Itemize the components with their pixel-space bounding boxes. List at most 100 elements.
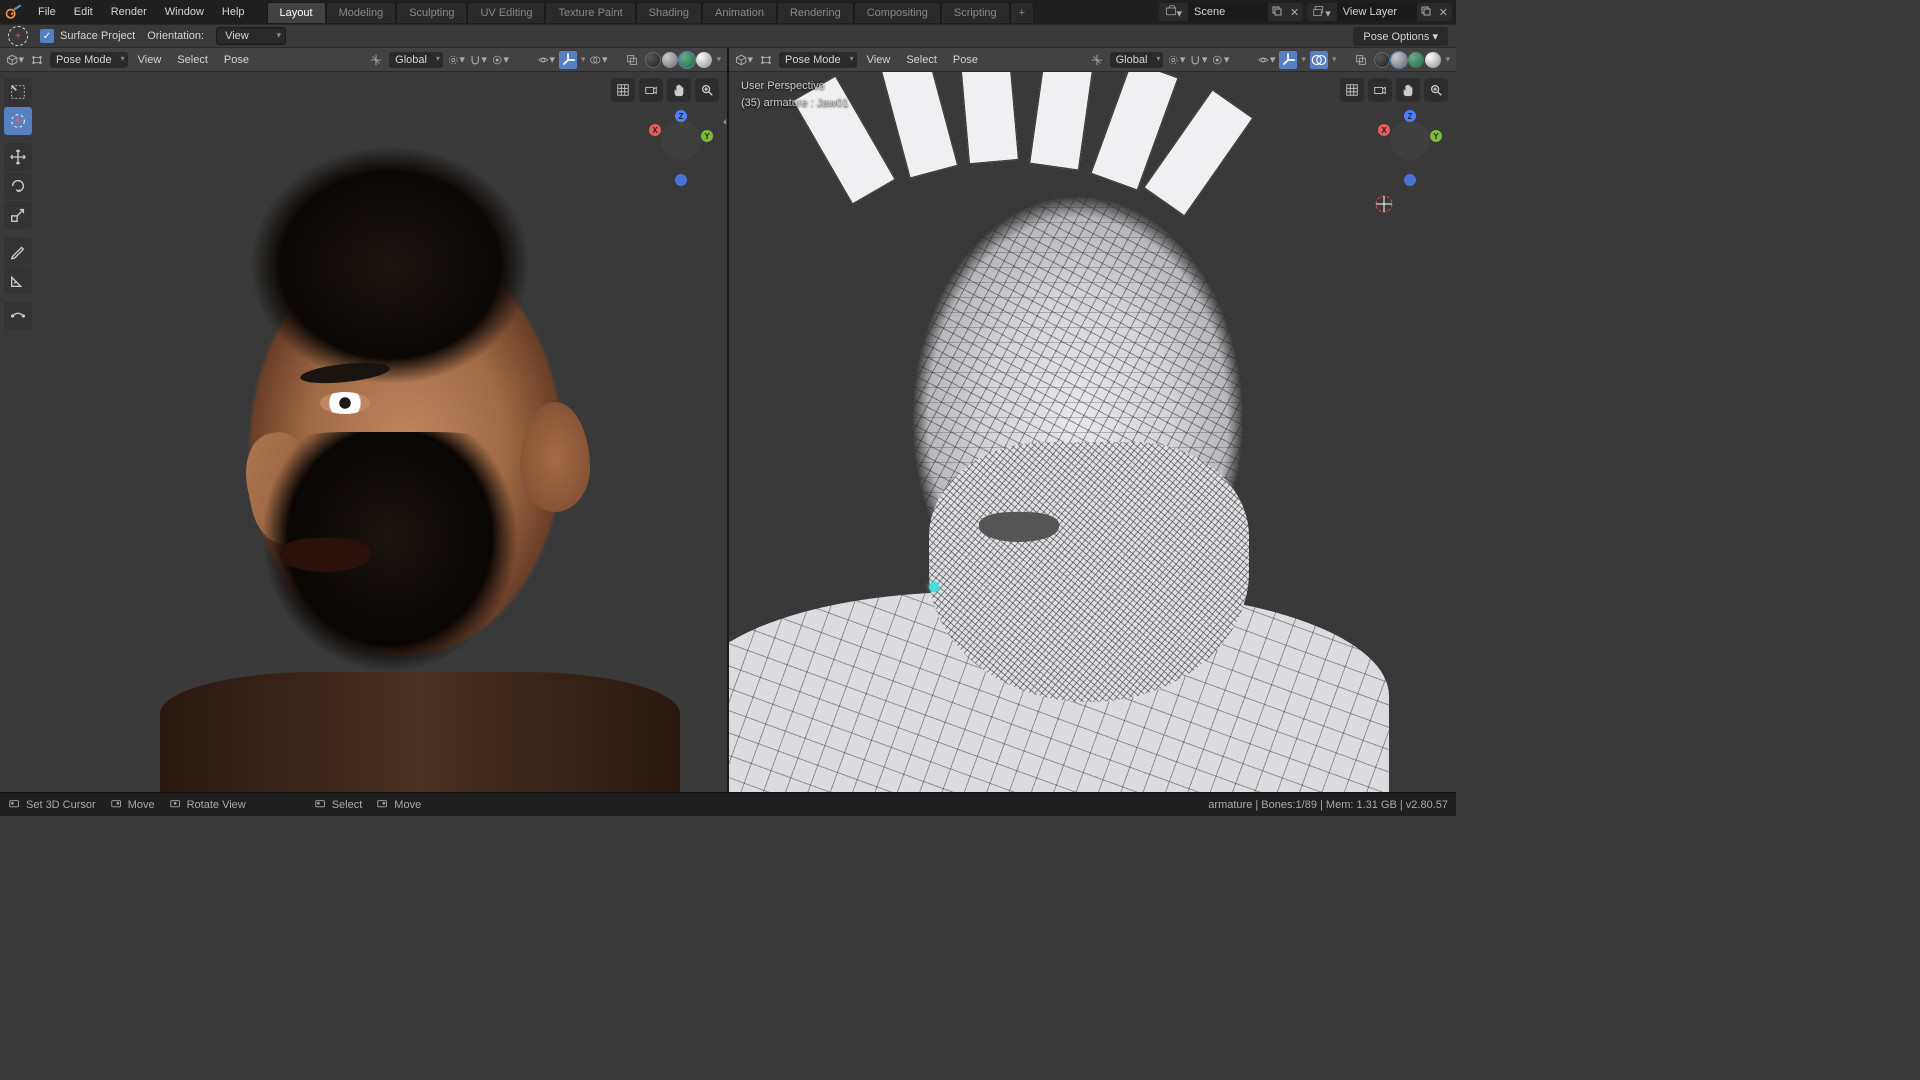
tab-modeling[interactable]: Modeling	[326, 2, 397, 23]
pivot-icon[interactable]: ▾	[447, 51, 465, 69]
axis-y[interactable]: Y	[1430, 130, 1442, 142]
nav-pan-icon[interactable]	[667, 78, 691, 102]
visibility-icon[interactable]: ▾	[1257, 51, 1275, 69]
viewport-nav-buttons	[1340, 78, 1448, 102]
nav-zoom-icon[interactable]	[1424, 78, 1448, 102]
axis-z[interactable]: Z	[675, 110, 687, 122]
nav-pan-icon[interactable]	[1396, 78, 1420, 102]
orientation-icon[interactable]	[1088, 51, 1106, 69]
tool-scale[interactable]	[4, 201, 32, 229]
tab-scripting[interactable]: Scripting	[941, 2, 1010, 23]
selected-bone[interactable]	[929, 582, 939, 592]
tab-compositing[interactable]: Compositing	[854, 2, 941, 23]
select-menu[interactable]: Select	[171, 52, 214, 68]
orientation-gizmo[interactable]: Z X Y	[653, 112, 709, 168]
menu-help[interactable]: Help	[214, 2, 253, 22]
viewport-right-canvas[interactable]: User Perspective (35) armature : Jaw01 Z…	[729, 72, 1456, 792]
shading-solid-button[interactable]	[1391, 52, 1407, 68]
mode-icon[interactable]	[757, 51, 775, 69]
menu-window[interactable]: Window	[157, 2, 212, 22]
axis-x[interactable]: X	[1378, 124, 1390, 136]
nav-zoom-icon[interactable]	[695, 78, 719, 102]
mode-dropdown[interactable]: Pose Mode	[779, 52, 857, 68]
overlays-toggle-button[interactable]	[1310, 51, 1328, 69]
tool-move[interactable]	[4, 143, 32, 171]
pose-options-button[interactable]: Pose Options ▾	[1353, 27, 1448, 46]
pose-menu[interactable]: Pose	[218, 52, 255, 68]
surface-project-checkbox[interactable]: ✓	[40, 29, 54, 43]
gizmo-toggle-button[interactable]	[559, 51, 577, 69]
mode-icon[interactable]	[28, 51, 46, 69]
tab-shading[interactable]: Shading	[636, 2, 702, 23]
shading-wireframe-button[interactable]	[645, 52, 661, 68]
transform-orientation-dropdown[interactable]: Global	[389, 52, 443, 68]
scene-new-button[interactable]	[1268, 6, 1286, 19]
axis-y[interactable]: Y	[701, 130, 713, 142]
tab-layout[interactable]: Layout	[267, 2, 326, 23]
shading-mode-buttons	[645, 52, 712, 68]
xray-toggle[interactable]	[1352, 51, 1370, 69]
tab-sculpting[interactable]: Sculpting	[396, 2, 467, 23]
active-object-label: (35) armature : Jaw01	[741, 95, 849, 112]
mode-dropdown[interactable]: Pose Mode	[50, 52, 128, 68]
transform-orientation-dropdown[interactable]: Global	[1110, 52, 1164, 68]
shading-solid-button[interactable]	[662, 52, 678, 68]
shading-rendered-button[interactable]	[1425, 52, 1441, 68]
pose-menu[interactable]: Pose	[947, 52, 984, 68]
tool-breakdowner[interactable]	[4, 302, 32, 330]
proportional-icon[interactable]: ▾	[1211, 51, 1229, 69]
shading-material-button[interactable]	[1408, 52, 1424, 68]
tab-animation[interactable]: Animation	[702, 2, 777, 23]
tool-annotate[interactable]	[4, 237, 32, 265]
tool-rotate[interactable]	[4, 172, 32, 200]
select-menu[interactable]: Select	[900, 52, 943, 68]
tool-cursor[interactable]	[4, 107, 32, 135]
scene-selector[interactable]: ▾ ✕	[1159, 3, 1304, 21]
tab-uv-editing[interactable]: UV Editing	[467, 2, 545, 23]
nav-camera-icon[interactable]	[639, 78, 663, 102]
shading-wireframe-button[interactable]	[1374, 52, 1390, 68]
pivot-icon[interactable]: ▾	[1167, 51, 1185, 69]
viewport-left-canvas[interactable]: Z X Y	[0, 72, 727, 792]
axis-z[interactable]: Z	[1404, 110, 1416, 122]
tool-measure[interactable]	[4, 266, 32, 294]
view-menu[interactable]: View	[132, 52, 168, 68]
orientation-icon[interactable]	[367, 51, 385, 69]
tab-rendering[interactable]: Rendering	[777, 2, 854, 23]
scene-name-input[interactable]	[1188, 3, 1268, 21]
editor-type-icon[interactable]: ▾	[6, 51, 24, 69]
nav-grid-icon[interactable]	[1340, 78, 1364, 102]
axis-z-neg[interactable]	[1404, 174, 1416, 186]
menu-file[interactable]: File	[30, 2, 64, 22]
menu-render[interactable]: Render	[103, 2, 155, 22]
toolbar-left	[4, 78, 32, 330]
viewport-split-handle[interactable]	[721, 112, 727, 132]
overlays-toggle-button[interactable]: ▾	[589, 51, 607, 69]
shading-material-button[interactable]	[679, 52, 695, 68]
tool-select-box[interactable]	[4, 78, 32, 106]
tab-add-workspace[interactable]: +	[1010, 2, 1034, 23]
snap-icon[interactable]: ▾	[469, 51, 487, 69]
gizmo-toggle-button[interactable]	[1279, 51, 1297, 69]
xray-toggle[interactable]	[623, 51, 641, 69]
scene-delete-button[interactable]: ✕	[1286, 6, 1303, 19]
visibility-icon[interactable]: ▾	[537, 51, 555, 69]
tab-texture-paint[interactable]: Texture Paint	[545, 2, 635, 23]
app-logo[interactable]	[4, 2, 24, 22]
viewlayer-selector[interactable]: ▾ ✕	[1307, 3, 1452, 21]
proportional-icon[interactable]: ▾	[491, 51, 509, 69]
viewlayer-delete-button[interactable]: ✕	[1435, 6, 1452, 19]
axis-z-neg[interactable]	[675, 174, 687, 186]
snap-icon[interactable]: ▾	[1189, 51, 1207, 69]
editor-type-icon[interactable]: ▾	[735, 51, 753, 69]
viewlayer-name-input[interactable]	[1337, 3, 1417, 21]
shading-rendered-button[interactable]	[696, 52, 712, 68]
viewlayer-new-button[interactable]	[1417, 6, 1435, 19]
orientation-gizmo[interactable]: Z X Y	[1382, 112, 1438, 168]
orientation-dropdown[interactable]: View	[216, 27, 286, 45]
menu-edit[interactable]: Edit	[66, 2, 101, 22]
view-menu[interactable]: View	[861, 52, 897, 68]
axis-x[interactable]: X	[649, 124, 661, 136]
nav-grid-icon[interactable]	[611, 78, 635, 102]
nav-camera-icon[interactable]	[1368, 78, 1392, 102]
